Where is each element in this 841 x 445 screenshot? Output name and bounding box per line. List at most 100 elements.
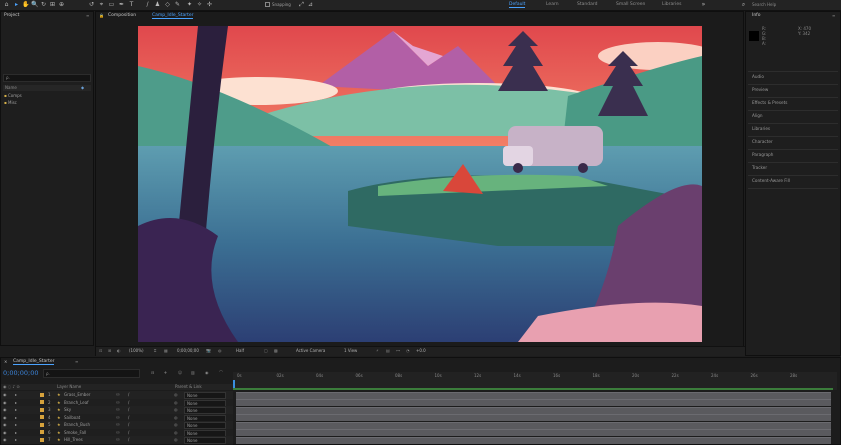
panel-tracker[interactable]: Tracker	[752, 165, 767, 170]
parent-dropdown[interactable]: None	[184, 437, 226, 444]
layer-duration-bar[interactable]	[236, 391, 831, 399]
pick-whip-icon[interactable]: ◎	[174, 391, 178, 399]
exposure-reset-icon[interactable]: ◔	[406, 348, 410, 353]
label-color-swatch[interactable]	[40, 437, 44, 442]
solo-icon[interactable]: ▸	[15, 436, 17, 444]
label-color-swatch[interactable]	[40, 415, 44, 419]
panel-menu-icon[interactable]: ≡	[86, 13, 89, 18]
undo-icon[interactable]: ↺	[88, 1, 95, 8]
fx-switch-icon[interactable]: /	[128, 414, 129, 422]
panel-audio[interactable]: Audio	[752, 74, 764, 79]
layer-name[interactable]: Grass_Ember	[64, 391, 90, 399]
grid-guides-icon[interactable]: ⌗	[154, 348, 156, 353]
close-tab-icon[interactable]: ×	[4, 359, 7, 364]
panel-close-icon[interactable]: ≡	[832, 13, 835, 18]
layer-name[interactable]: Branch_Bush	[64, 421, 90, 429]
fx-switch-icon[interactable]: /	[128, 436, 129, 444]
eye-icon[interactable]: ◉	[3, 429, 7, 437]
shy-switch-icon[interactable]: ⚇	[116, 421, 120, 429]
puppet-pin-icon[interactable]: ✧	[196, 1, 203, 8]
roto-brush-tool-icon[interactable]: ✎	[174, 1, 181, 8]
shy-switch-icon[interactable]: ⚇	[116, 406, 120, 414]
panel-character[interactable]: Character	[752, 139, 773, 144]
mask-visibility-icon[interactable]: ◐	[117, 348, 121, 353]
pick-whip-icon[interactable]: ◎	[174, 406, 178, 414]
camera-dropdown[interactable]: Active Camera	[296, 348, 325, 353]
zoom-tool-icon[interactable]: 🔍	[31, 1, 38, 8]
pick-whip-icon[interactable]: ◎	[174, 421, 178, 429]
workspace-libraries[interactable]: Libraries	[662, 2, 681, 7]
workspace-default[interactable]: Default	[509, 2, 526, 8]
eye-icon[interactable]: ◉	[3, 414, 7, 422]
eye-icon[interactable]: ◉	[3, 406, 7, 414]
flowchart-icon[interactable]: ⊶	[396, 348, 400, 353]
eye-icon[interactable]: ◉	[3, 436, 7, 444]
motion-blur-icon[interactable]: ◉	[205, 370, 209, 375]
solo-icon[interactable]: ▸	[15, 399, 17, 407]
brush-tool-icon[interactable]: /	[144, 1, 151, 8]
layer-duration-bar[interactable]	[236, 406, 831, 414]
layer-name[interactable]: Branch_Leaf	[64, 399, 89, 407]
home-icon[interactable]: ⌂	[3, 1, 10, 8]
snapshot-icon[interactable]: 📷	[206, 348, 211, 353]
panel-libraries[interactable]: Libraries	[752, 126, 770, 131]
hand-tool-icon[interactable]: ✋	[22, 1, 29, 8]
fx-switch-icon[interactable]: /	[128, 391, 129, 399]
timeline-menu-icon[interactable]: ≡	[75, 359, 78, 364]
fast-previews-icon[interactable]: ⚡	[376, 348, 379, 353]
timeline-search-input[interactable]: ρ.	[43, 369, 140, 378]
panel-effects-presets[interactable]: Effects & Presets	[752, 100, 787, 105]
layer-duration-bar[interactable]	[236, 414, 831, 421]
layer-name[interactable]: Sailboat	[64, 414, 80, 422]
timeline-tab[interactable]: Camp_Idle_Starter	[13, 359, 55, 365]
shy-switch-icon[interactable]: ⚇	[116, 414, 120, 422]
clone-stamp-tool-icon[interactable]: ♟	[154, 1, 161, 8]
pick-whip-icon[interactable]: ◎	[174, 436, 178, 444]
pick-whip-icon[interactable]: ◎	[174, 414, 178, 422]
3d-ground-icon[interactable]: ⊞	[108, 348, 111, 353]
snap-options-icon[interactable]: ⤢	[298, 1, 305, 8]
timeline-timecode[interactable]: 0;00;00;00	[3, 369, 39, 377]
project-search-input[interactable]: ρ.	[3, 74, 91, 82]
workspace-standard[interactable]: Standard	[577, 2, 597, 7]
panel-align[interactable]: Align	[752, 113, 763, 118]
eraser-tool-icon[interactable]: ◇	[164, 1, 171, 8]
workspace-small-screen[interactable]: Small Screen	[616, 2, 645, 7]
puppet-tool-icon[interactable]: ✦	[186, 1, 193, 8]
work-area-bar[interactable]	[233, 388, 833, 390]
selection-tool-icon[interactable]: ▸	[13, 1, 20, 8]
solo-icon[interactable]: ▸	[15, 406, 17, 414]
fx-switch-icon[interactable]: /	[128, 429, 129, 437]
pen-tool-icon[interactable]: ✒	[118, 1, 125, 8]
type-tool-icon[interactable]: T	[128, 1, 135, 8]
solo-icon[interactable]: ▸	[15, 429, 17, 437]
layer-duration-bar[interactable]	[236, 399, 831, 406]
snap-magnet-icon[interactable]: ⊿	[307, 1, 314, 8]
transparency-grid-icon[interactable]: ▦	[164, 348, 168, 353]
label-color-swatch[interactable]	[40, 392, 44, 397]
camera-tool-icon[interactable]: ⊞	[49, 1, 56, 8]
exposure-value[interactable]: +0.0	[416, 348, 426, 353]
puppet-starch-icon[interactable]: ✢	[206, 1, 213, 8]
project-item-comps[interactable]: ▪ Comps	[4, 92, 90, 99]
composition-viewer[interactable]	[138, 26, 702, 342]
parent-link-header[interactable]: Parent & Link	[175, 384, 202, 389]
label-color-swatch[interactable]	[40, 430, 44, 434]
draft-3d-icon[interactable]: ✈	[164, 370, 167, 375]
solo-icon[interactable]: ▸	[15, 391, 17, 399]
shy-layers-icon[interactable]: ☺	[178, 370, 182, 375]
fx-switch-icon[interactable]: /	[128, 421, 129, 429]
layer-name[interactable]: Smoke_Fall	[64, 429, 86, 437]
panel-paragraph[interactable]: Paragraph	[752, 152, 773, 157]
layer-duration-bar[interactable]	[236, 436, 831, 444]
timeline-toggle-icon[interactable]: ▤	[386, 348, 390, 353]
comp-mini-flowchart-icon[interactable]: ⊟	[151, 370, 154, 375]
label-color-swatch[interactable]	[40, 407, 44, 412]
composition-tab[interactable]: Camp_Idle_Starter	[152, 13, 194, 19]
workspace-overflow-icon[interactable]: »	[700, 1, 707, 8]
search-help-input[interactable]: Search Help	[752, 2, 776, 7]
always-preview-icon[interactable]: ⊡	[99, 348, 102, 353]
layer-duration-bar[interactable]	[236, 429, 831, 436]
views-dropdown[interactable]: 1 View	[344, 348, 357, 353]
panel-content-aware-fill[interactable]: Content-Aware Fill	[752, 178, 790, 183]
